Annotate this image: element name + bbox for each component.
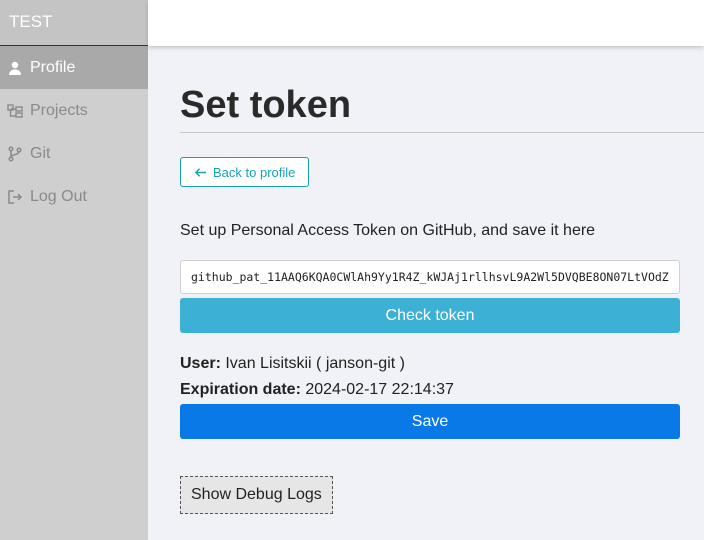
sidebar-item-git[interactable]: Git [0, 132, 148, 175]
expiration-label: Expiration date: [180, 381, 301, 398]
app-brand: TEST [0, 0, 148, 46]
user-value: Ivan Lisitskii ( janson-git ) [225, 355, 405, 372]
projects-icon [7, 103, 23, 119]
logout-icon [7, 189, 23, 205]
git-branch-icon [7, 145, 23, 162]
token-description: Set up Personal Access Token on GitHub, … [180, 222, 596, 239]
user-icon [7, 60, 23, 76]
sidebar-item-projects[interactable]: Projects [0, 89, 148, 132]
back-button-label: Back to profile [213, 164, 296, 180]
check-token-button[interactable]: Check token [180, 298, 680, 333]
expiration-info: Expiration date: 2024-02-17 22:14:37 [180, 378, 680, 402]
sidebar-item-label: Profile [30, 58, 76, 76]
top-bar [148, 0, 704, 46]
arrow-left-icon [194, 166, 207, 179]
save-button[interactable]: Save [180, 404, 680, 439]
title-divider [180, 132, 704, 133]
page-title: Set token [180, 84, 352, 126]
sidebar-item-label: Projects [30, 101, 88, 119]
expiration-value: 2024-02-17 22:14:37 [305, 381, 454, 398]
sidebar-item-label: Git [30, 144, 51, 162]
sidebar-item-label: Log Out [30, 187, 87, 205]
show-debug-logs-button[interactable]: Show Debug Logs [180, 476, 333, 514]
main-content: Set token Back to profile Set up Persona… [180, 46, 704, 514]
user-info: User: Ivan Lisitskii ( janson-git ) [180, 352, 680, 376]
sidebar-item-profile[interactable]: Profile [0, 46, 148, 89]
token-input[interactable] [180, 260, 680, 294]
sidebar-item-logout[interactable]: Log Out [0, 175, 148, 218]
user-label: User: [180, 355, 221, 372]
sidebar: TEST Profile Projects Git Log Out [0, 0, 148, 540]
back-to-profile-button[interactable]: Back to profile [180, 157, 310, 187]
